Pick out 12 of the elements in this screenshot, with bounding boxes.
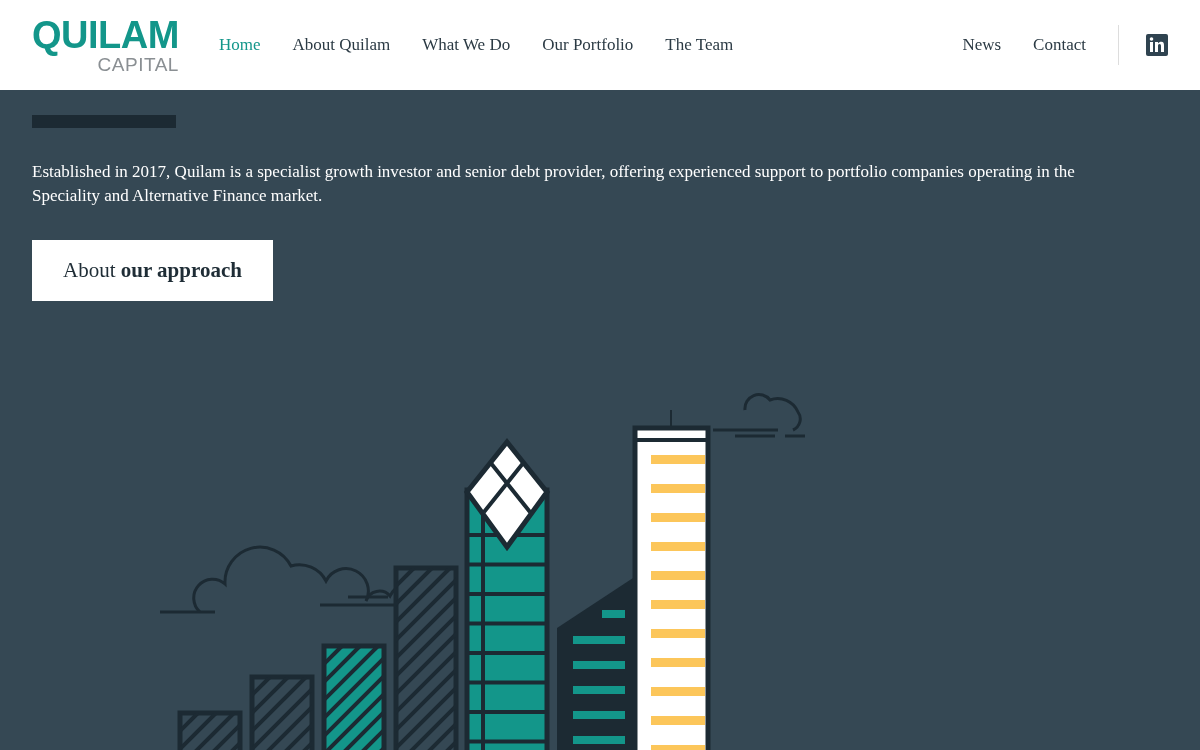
nav-link[interactable]: Our Portfolio xyxy=(542,35,634,55)
nav-link[interactable]: Contact xyxy=(1033,35,1086,55)
intro-paragraph: Established in 2017, Quilam is a specialist growth investor and senior debt provider, offering experienced support to portfolio companies operating in the Speciality and Alternative Finance market. xyxy=(32,161,1076,207)
nav-link[interactable]: News xyxy=(962,35,1002,55)
nav-link[interactable]: The Team xyxy=(665,35,734,55)
nav-link[interactable]: About Quilam xyxy=(292,35,391,55)
logo-tagline: CAPITAL xyxy=(97,55,179,74)
logo-wordmark[interactable]: QUILAM xyxy=(32,16,179,54)
linkedin-icon[interactable] xyxy=(1146,34,1168,56)
nav-link[interactable]: Home xyxy=(218,35,261,55)
nav-link[interactable]: What We Do xyxy=(422,35,511,55)
about-approach-button[interactable]: About our approach xyxy=(32,240,273,301)
